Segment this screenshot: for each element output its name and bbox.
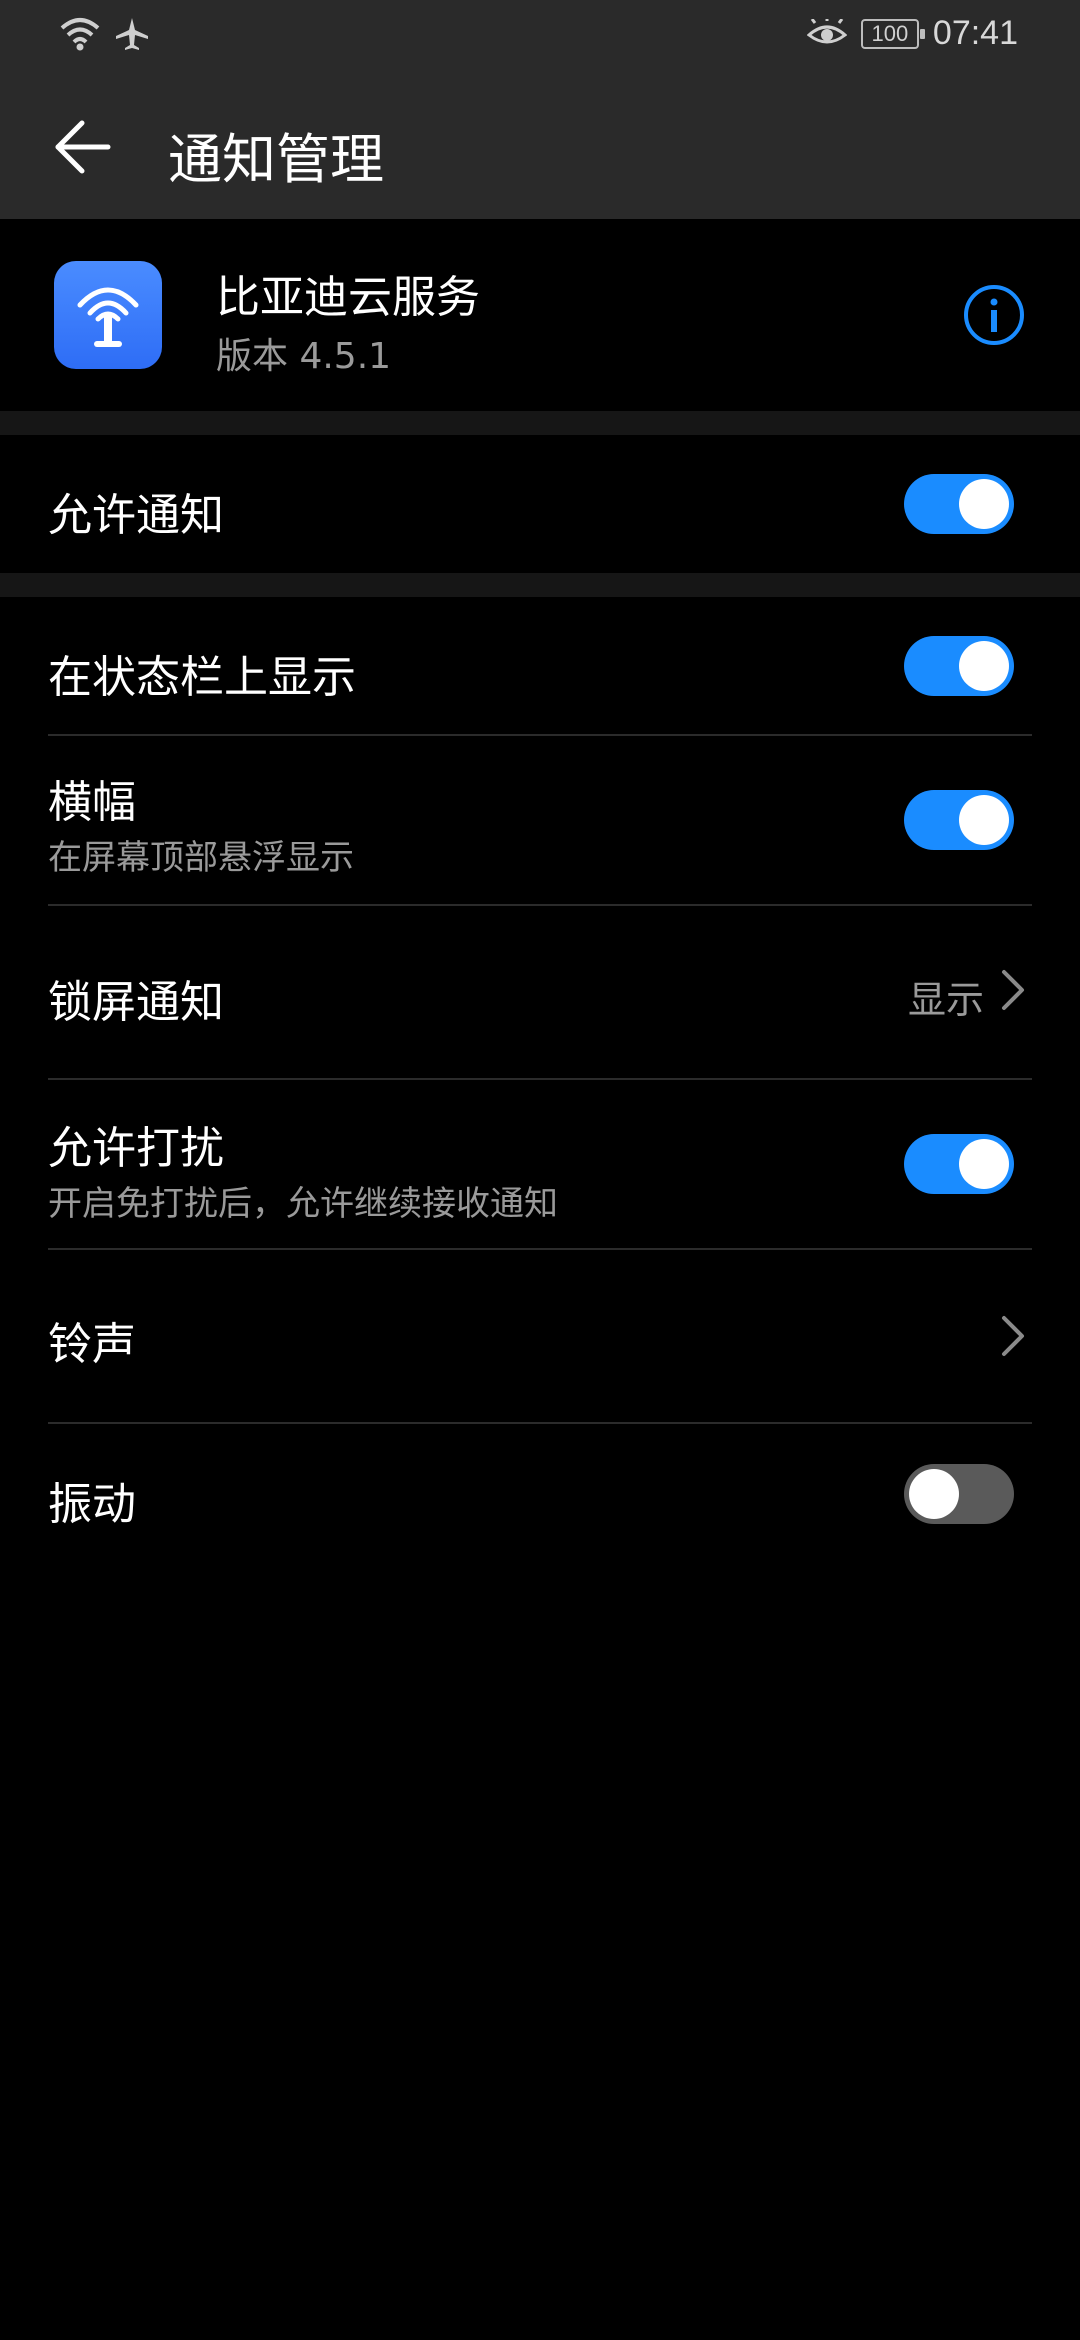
cloud-tower-icon bbox=[77, 287, 139, 347]
allow-dnd-row[interactable]: 允许打扰 开启免打扰后，允许继续接收通知 bbox=[0, 1080, 1080, 1248]
allow-dnd-description: 开启免打扰后，允许继续接收通知 bbox=[48, 1184, 558, 1224]
status-right-icons: 100 07:41 bbox=[806, 14, 1018, 53]
allow-notifications-toggle[interactable] bbox=[904, 474, 1014, 534]
status-bar-display-row[interactable]: 在状态栏上显示 bbox=[0, 597, 1080, 735]
banner-description: 在屏幕顶部悬浮显示 bbox=[48, 838, 354, 878]
chevron-right-icon bbox=[1002, 970, 1024, 1010]
chevron-right-icon bbox=[1002, 1316, 1024, 1356]
lock-screen-value: 显示 bbox=[907, 978, 984, 1022]
airplane-icon bbox=[116, 18, 148, 50]
wifi-icon bbox=[60, 18, 100, 51]
banner-toggle[interactable] bbox=[904, 790, 1014, 850]
ringtone-row[interactable]: 铃声 bbox=[0, 1250, 1080, 1422]
allow-notifications-row[interactable]: 允许通知 bbox=[0, 435, 1080, 573]
allow-dnd-toggle[interactable] bbox=[904, 1134, 1014, 1194]
section-gap bbox=[0, 573, 1080, 597]
app-info-card: 比亚迪云服务 版本 4.5.1 bbox=[0, 219, 1080, 411]
status-left-icons bbox=[60, 16, 150, 52]
battery-icon: 100 bbox=[860, 18, 925, 49]
banner-label: 横幅 bbox=[48, 777, 136, 828]
clock: 07:41 bbox=[932, 14, 1018, 52]
info-icon[interactable] bbox=[962, 283, 1026, 347]
banner-row[interactable]: 横幅 在屏幕顶部悬浮显示 bbox=[0, 736, 1080, 904]
back-arrow-icon[interactable] bbox=[52, 117, 112, 177]
ringtone-label: 铃声 bbox=[48, 1319, 136, 1370]
vibration-label: 振动 bbox=[48, 1479, 136, 1530]
allow-dnd-label: 允许打扰 bbox=[48, 1123, 224, 1174]
app-name: 比亚迪云服务 bbox=[216, 272, 480, 323]
app-icon bbox=[54, 261, 162, 369]
vibration-row[interactable]: 振动 bbox=[0, 1424, 1080, 1566]
page-title: 通知管理 bbox=[168, 128, 384, 191]
section-gap bbox=[0, 411, 1080, 435]
lock-screen-label: 锁屏通知 bbox=[48, 977, 224, 1028]
app-bar: 通知管理 bbox=[0, 75, 1080, 219]
status-bar-display-label: 在状态栏上显示 bbox=[48, 652, 356, 703]
status-bar-display-toggle[interactable] bbox=[904, 636, 1014, 696]
status-bar: 100 07:41 bbox=[0, 0, 1080, 75]
vibration-toggle[interactable] bbox=[904, 1464, 1014, 1524]
allow-notifications-label: 允许通知 bbox=[48, 490, 224, 541]
lock-screen-row[interactable]: 锁屏通知 显示 bbox=[0, 906, 1080, 1078]
app-version: 版本 4.5.1 bbox=[216, 336, 392, 377]
eye-comfort-icon bbox=[806, 18, 847, 43]
